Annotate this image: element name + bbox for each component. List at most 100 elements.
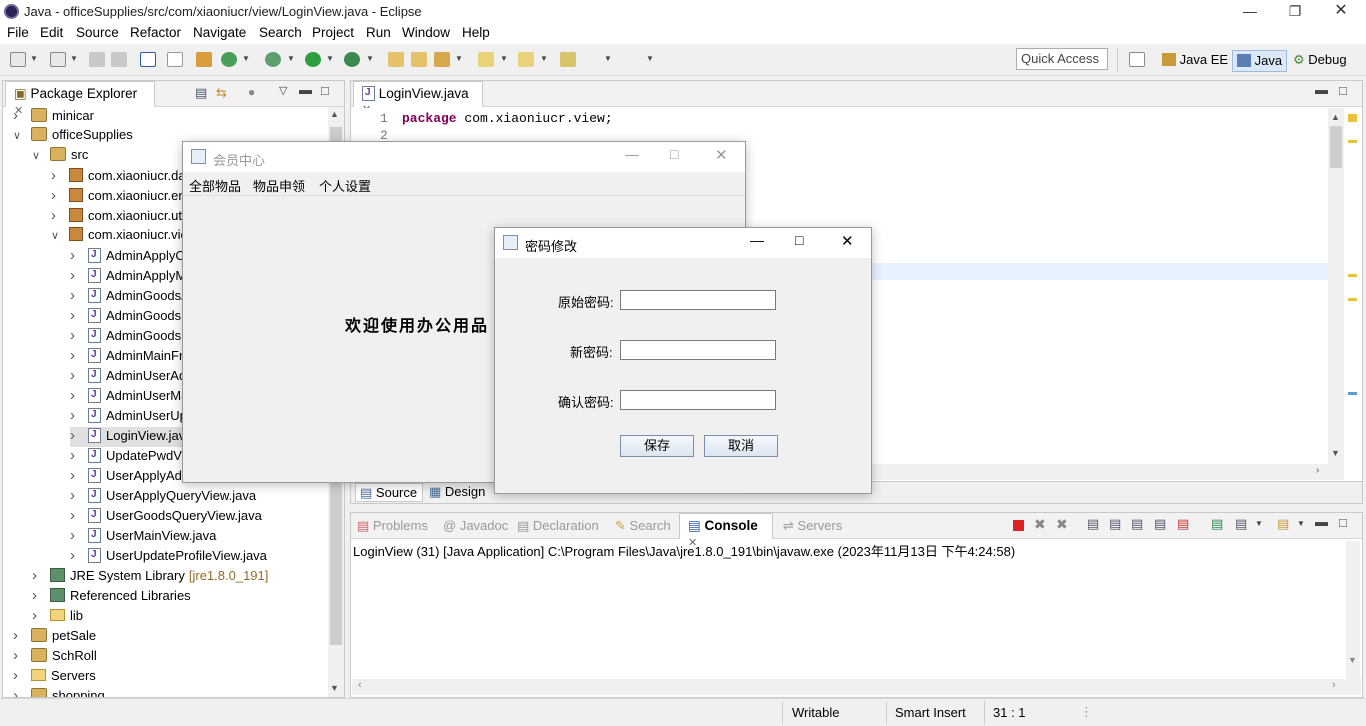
maximize-view-icon[interactable]: □	[1339, 515, 1347, 530]
tree-item[interactable]: › petSale	[13, 627, 96, 647]
tab-package-explorer[interactable]: ▣ Package Explorer ✕	[5, 81, 155, 117]
restore-icon[interactable]: ❐	[1285, 2, 1305, 22]
tab-search[interactable]: ✎ Search	[615, 518, 671, 534]
tab-console[interactable]: ▤ Console ✕	[679, 513, 773, 549]
collapsed-arrow-icon[interactable]: ›	[70, 407, 88, 424]
tab-problems[interactable]: ▤ Problems	[357, 518, 428, 534]
task-icon[interactable]	[434, 52, 450, 67]
chevron-down-icon[interactable]: ▼	[287, 54, 295, 63]
scroll-left-icon[interactable]: ‹	[358, 679, 362, 691]
run-icon[interactable]	[305, 52, 321, 67]
tree-item[interactable]: › com.xiaoniucr.entity	[51, 187, 202, 207]
menu-navigate[interactable]: Navigate	[193, 25, 246, 40]
clear-console-icon[interactable]: ▤	[1087, 516, 1099, 532]
menu-goods-apply[interactable]: 物品申领	[253, 176, 305, 195]
focus-icon[interactable]: ●	[248, 85, 255, 99]
chevron-down-icon[interactable]: ▼	[604, 54, 612, 63]
collapsed-arrow-icon[interactable]: ›	[70, 287, 88, 304]
tree-item[interactable]: ∨ officeSupplies	[13, 127, 133, 147]
collapsed-arrow-icon[interactable]: ›	[70, 487, 88, 504]
collapsed-arrow-icon[interactable]: ›	[32, 587, 50, 604]
pin-console-icon[interactable]: ▤	[1211, 516, 1223, 532]
minimize-editor-icon[interactable]: ▬	[1315, 82, 1328, 97]
scroll-up-icon[interactable]: ▲	[1331, 112, 1340, 122]
collapsed-arrow-icon[interactable]: ›	[70, 267, 88, 284]
collapsed-arrow-icon[interactable]: ›	[13, 687, 31, 697]
console-hscrollbar[interactable]: ‹ ›	[352, 679, 1361, 695]
chevron-down-icon[interactable]: ▼	[1297, 519, 1305, 528]
editor-vscrollbar[interactable]: ▲ ▼	[1328, 108, 1344, 464]
menu-edit[interactable]: Edit	[40, 25, 63, 40]
collapsed-arrow-icon[interactable]: ›	[70, 507, 88, 524]
menu-all-goods[interactable]: 全部物品	[189, 176, 241, 195]
terminate-icon[interactable]	[1013, 520, 1024, 531]
show-on-output-icon[interactable]: ▤	[1154, 516, 1166, 532]
scroll-down-icon[interactable]: ▼	[1348, 655, 1357, 665]
menu-project[interactable]: Project	[312, 25, 354, 40]
chevron-down-icon[interactable]: ▼	[1255, 519, 1263, 528]
menu-help[interactable]: Help	[462, 25, 490, 40]
open-perspective-icon[interactable]	[1129, 52, 1145, 67]
tab-servers[interactable]: ⇌ Servers	[783, 518, 842, 534]
collapsed-arrow-icon[interactable]: ›	[70, 307, 88, 324]
chevron-down-icon[interactable]: ▼	[540, 54, 548, 63]
collapsed-arrow-icon[interactable]: ›	[70, 427, 88, 444]
collapsed-arrow-icon[interactable]: ›	[51, 167, 69, 184]
tree-item[interactable]: › shopping	[13, 687, 105, 697]
quick-access-input[interactable]: Quick Access	[1016, 48, 1108, 70]
collapsed-arrow-icon[interactable]: ›	[70, 387, 88, 404]
chevron-down-icon[interactable]: ▼	[646, 54, 654, 63]
tree-item[interactable]: › com.xiaoniucr.dao	[51, 167, 193, 187]
collapsed-arrow-icon[interactable]: ›	[13, 107, 31, 124]
tree-item[interactable]: › lib	[32, 607, 83, 627]
minimize-icon[interactable]: —	[750, 232, 764, 248]
collapsed-arrow-icon[interactable]: ›	[32, 567, 50, 584]
chevron-down-icon[interactable]: ▼	[455, 54, 463, 63]
console-icon[interactable]	[140, 52, 156, 67]
tab-declaration[interactable]: ▤ Declaration	[517, 518, 599, 534]
scroll-lock-icon[interactable]: ▤	[1109, 516, 1121, 532]
cancel-button[interactable]: 取消	[704, 435, 778, 457]
perspective-debug[interactable]: ⚙ Debug	[1289, 50, 1351, 72]
save-all-icon[interactable]	[111, 52, 127, 67]
menu-search[interactable]: Search	[259, 25, 302, 40]
maximize-editor-icon[interactable]: □	[1339, 83, 1347, 98]
warning-marker[interactable]	[1348, 274, 1357, 277]
chevron-down-icon[interactable]: ▼	[70, 54, 78, 63]
open-folder-icon[interactable]	[411, 52, 427, 67]
save-button[interactable]: 保存	[620, 435, 694, 457]
minimize-icon[interactable]: —	[1240, 2, 1260, 22]
open-type-icon[interactable]	[388, 52, 404, 67]
collapsed-arrow-icon[interactable]: ›	[70, 467, 88, 484]
scroll-thumb[interactable]	[1330, 126, 1342, 168]
minimize-view-icon[interactable]: ▬	[1315, 514, 1328, 529]
tree-item[interactable]: › UserMainView.java	[70, 527, 216, 547]
console-vscrollbar[interactable]: ▼	[1346, 541, 1360, 679]
menu-refactor[interactable]: Refactor	[130, 25, 181, 40]
save-icon[interactable]	[89, 52, 105, 67]
tab-javadoc[interactable]: @ Javadoc	[443, 518, 508, 533]
close-icon[interactable]: ✕	[715, 146, 728, 164]
occurrence-marker[interactable]	[1348, 392, 1357, 395]
perspective-java-ee[interactable]: Java EE	[1158, 50, 1232, 72]
menu-run[interactable]: Run	[366, 25, 391, 40]
external-tools-icon[interactable]	[344, 52, 360, 67]
tree-item[interactable]: › minicar	[13, 107, 94, 127]
tree-item[interactable]: ∨ src	[32, 147, 88, 167]
collapsed-arrow-icon[interactable]: ›	[70, 527, 88, 544]
tree-item[interactable]: › LoginView.java	[70, 427, 197, 447]
scroll-down-icon[interactable]: ▼	[1331, 448, 1340, 458]
debug-icon[interactable]	[265, 52, 281, 67]
minimize-icon[interactable]: —	[625, 146, 639, 162]
show-on-error-icon[interactable]: ▤	[1177, 516, 1189, 532]
new-project-icon[interactable]	[50, 52, 66, 67]
menu-file[interactable]: File	[7, 25, 29, 40]
display-console-icon[interactable]: ▤	[1235, 516, 1247, 532]
view-menu-icon[interactable]: ▽	[279, 84, 287, 97]
perspective-java[interactable]: Java	[1232, 50, 1288, 72]
chevron-down-icon[interactable]: ▼	[326, 54, 334, 63]
maximize-icon[interactable]: □	[670, 146, 678, 162]
collapsed-arrow-icon[interactable]: ›	[51, 187, 69, 204]
tree-item[interactable]: › Servers	[13, 667, 96, 687]
warning-marker[interactable]	[1348, 114, 1357, 122]
